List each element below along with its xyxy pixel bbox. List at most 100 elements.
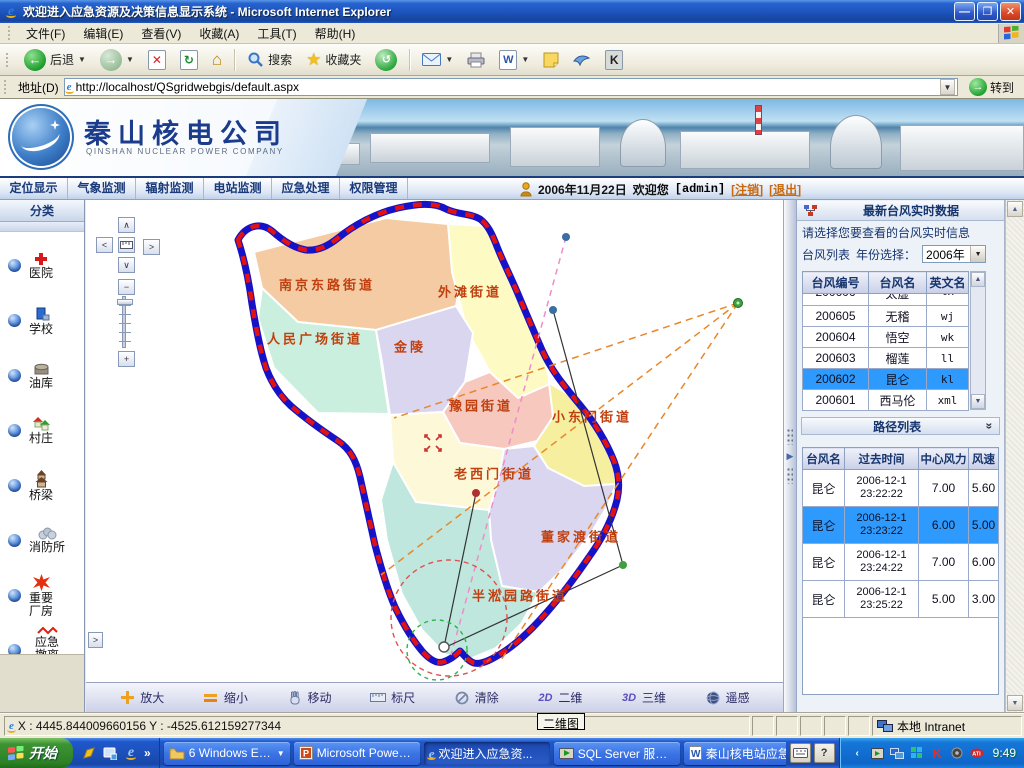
- tray-kaspersky-icon[interactable]: K: [930, 746, 945, 761]
- history-button[interactable]: ↺: [370, 47, 402, 73]
- tray-media-icon[interactable]: [950, 746, 965, 761]
- layer-toggle-sphere[interactable]: [8, 259, 21, 272]
- map-tool-button[interactable]: 标尺: [370, 689, 415, 706]
- scroll-up-icon[interactable]: ▲: [971, 272, 985, 287]
- map-canvas[interactable]: 南京东路街道外滩街道人民广场街道金陵豫园街道小东门街道老西门街道董家渡街道半淞园…: [86, 200, 783, 682]
- table-row[interactable]: 昆仑2006-12-1 23:24:227.006.00: [803, 544, 999, 581]
- chevron-down-icon[interactable]: »: [983, 423, 997, 430]
- taskbar-button[interactable]: 6 Windows Expl...▼: [164, 742, 290, 765]
- hide-icons-chevron[interactable]: ‹: [850, 746, 865, 761]
- exit-link[interactable]: [退出]: [769, 181, 801, 198]
- map-tool-button[interactable]: 清除: [454, 689, 499, 706]
- pan-right-button[interactable]: >: [143, 239, 160, 255]
- year-dropdown-icon[interactable]: ▼: [970, 246, 985, 262]
- home-button[interactable]: ⌂: [207, 48, 227, 72]
- table-row[interactable]: 昆仑2006-12-1 23:23:226.005.00: [803, 507, 999, 544]
- taskbar-button[interactable]: SQL Server 服务...: [554, 742, 680, 765]
- restore-button[interactable]: ❐: [977, 2, 998, 21]
- table-row[interactable]: 200602昆仑kl: [803, 369, 969, 390]
- search-button[interactable]: 搜索: [242, 49, 297, 70]
- tray-ati-icon[interactable]: ATI: [970, 746, 985, 761]
- tray-grid-icon[interactable]: [910, 746, 925, 761]
- layer-toggle-sphere[interactable]: [8, 479, 21, 492]
- page-scroll-up-icon[interactable]: ▲: [1007, 201, 1023, 217]
- forward-button[interactable]: → ▼: [95, 47, 139, 73]
- ie-quicklaunch-icon[interactable]: e: [123, 745, 139, 761]
- layer-toggle-sphere[interactable]: [8, 314, 21, 327]
- keyboard-icon[interactable]: [790, 743, 811, 763]
- zoom-in-step-button[interactable]: +: [118, 351, 135, 367]
- table-row[interactable]: 200603榴莲ll: [803, 348, 969, 369]
- refresh-button[interactable]: ↻: [175, 48, 203, 72]
- layer-toggle-sphere[interactable]: [8, 424, 21, 437]
- mail-dropdown-icon[interactable]: ▼: [445, 55, 453, 64]
- page-scroll-down-icon[interactable]: ▼: [1007, 695, 1023, 711]
- page-scrollbar[interactable]: ▲ ▼: [1005, 200, 1024, 712]
- help-icon[interactable]: ?: [814, 743, 835, 763]
- table-row[interactable]: 200605无稽wj: [803, 306, 969, 327]
- pan-down-button[interactable]: ∨: [118, 257, 135, 273]
- table-row[interactable]: 200606太虚tx: [803, 294, 969, 306]
- edit-dropdown-icon[interactable]: ▼: [521, 55, 529, 64]
- back-button[interactable]: ← 后退 ▼: [19, 47, 91, 73]
- menu-item[interactable]: 收藏(A): [190, 25, 248, 43]
- typhoon-table-scrollbar[interactable]: ▲ ▼: [970, 271, 986, 410]
- quicklaunch-overflow-icon[interactable]: »: [144, 746, 151, 760]
- back-dropdown-icon[interactable]: ▼: [78, 55, 86, 64]
- zoom-slider[interactable]: [122, 296, 126, 348]
- ruler-mode-button[interactable]: [118, 237, 135, 253]
- map-tool-button[interactable]: 2D二维: [537, 689, 582, 706]
- table-row[interactable]: 昆仑2006-12-1 23:22:227.005.60: [803, 470, 999, 507]
- taskbar-button[interactable]: PMicrosoft PowerP...: [294, 742, 420, 765]
- tray-sql-icon[interactable]: [870, 746, 885, 761]
- map-tool-button[interactable]: 缩小: [203, 689, 248, 706]
- layer-toggle-sphere[interactable]: [8, 589, 21, 602]
- minimize-button[interactable]: —: [954, 2, 975, 21]
- quicklaunch-pen-icon[interactable]: [81, 745, 97, 761]
- layer-toggle-sphere[interactable]: [8, 534, 21, 547]
- mail-button[interactable]: ▼: [417, 51, 458, 68]
- table-row[interactable]: 200601西马伦xml: [803, 390, 969, 411]
- favorites-button[interactable]: ★ 收藏夹: [301, 48, 366, 72]
- map-tool-button[interactable]: 遥感: [705, 689, 750, 706]
- zoom-slider-thumb[interactable]: [117, 299, 133, 305]
- sidebar-expand-button[interactable]: >: [88, 632, 103, 648]
- zoom-out-step-button[interactable]: −: [118, 279, 135, 295]
- map-tool-button[interactable]: 放大: [119, 689, 164, 706]
- scroll-down-icon[interactable]: ▼: [971, 394, 985, 409]
- logout-link[interactable]: [注销]: [731, 181, 763, 198]
- address-dropdown-icon[interactable]: ▼: [940, 79, 955, 95]
- tray-network-icon[interactable]: [890, 746, 905, 761]
- pan-up-button[interactable]: ∧: [118, 217, 135, 233]
- nav-tab[interactable]: 应急处理: [272, 178, 340, 199]
- year-select[interactable]: 2006年 ▼: [922, 245, 986, 263]
- sidebar-layer-item[interactable]: 学校: [0, 293, 84, 348]
- map-tool-button[interactable]: 移动: [287, 689, 332, 706]
- kaspersky-button[interactable]: K: [600, 48, 628, 72]
- path-list-bar[interactable]: 路径列表 »: [801, 417, 1000, 435]
- sidebar-layer-item[interactable]: 医院: [0, 238, 84, 293]
- print-button[interactable]: [462, 50, 490, 70]
- panel-splitter[interactable]: ▶: [783, 200, 797, 712]
- edit-word-button[interactable]: W ▼: [494, 48, 534, 72]
- start-button[interactable]: 开始: [0, 738, 73, 768]
- close-button[interactable]: ✕: [1000, 2, 1021, 21]
- nav-tab[interactable]: 定位显示: [0, 178, 68, 199]
- nav-tab[interactable]: 气象监测: [68, 178, 136, 199]
- pan-left-button[interactable]: <: [96, 237, 113, 253]
- taskbar-button[interactable]: W秦山核电站应急...: [684, 742, 786, 765]
- menu-item[interactable]: 编辑(E): [74, 25, 132, 43]
- sidebar-layer-item[interactable]: 桥梁: [0, 458, 84, 513]
- sidebar-layer-item[interactable]: 村庄: [0, 403, 84, 458]
- address-input[interactable]: e http://localhost/QSgridwebgis/default.…: [64, 78, 958, 96]
- sidebar-layer-item[interactable]: 重要 厂房: [0, 568, 84, 623]
- go-button[interactable]: → 转到: [963, 78, 1020, 96]
- table-row[interactable]: 200604悟空wk: [803, 327, 969, 348]
- table-row[interactable]: 昆仑2006-12-1 23:25:225.003.00: [803, 581, 999, 618]
- sidebar-layer-item[interactable]: 消防所: [0, 513, 84, 568]
- taskbar-button[interactable]: e欢迎进入应急资...: [424, 742, 550, 765]
- collapse-panel-icon[interactable]: ▶: [787, 451, 794, 462]
- flashget-button[interactable]: [568, 51, 596, 69]
- messenger-button[interactable]: [538, 50, 564, 70]
- map-tool-button[interactable]: 3D三维: [621, 689, 666, 706]
